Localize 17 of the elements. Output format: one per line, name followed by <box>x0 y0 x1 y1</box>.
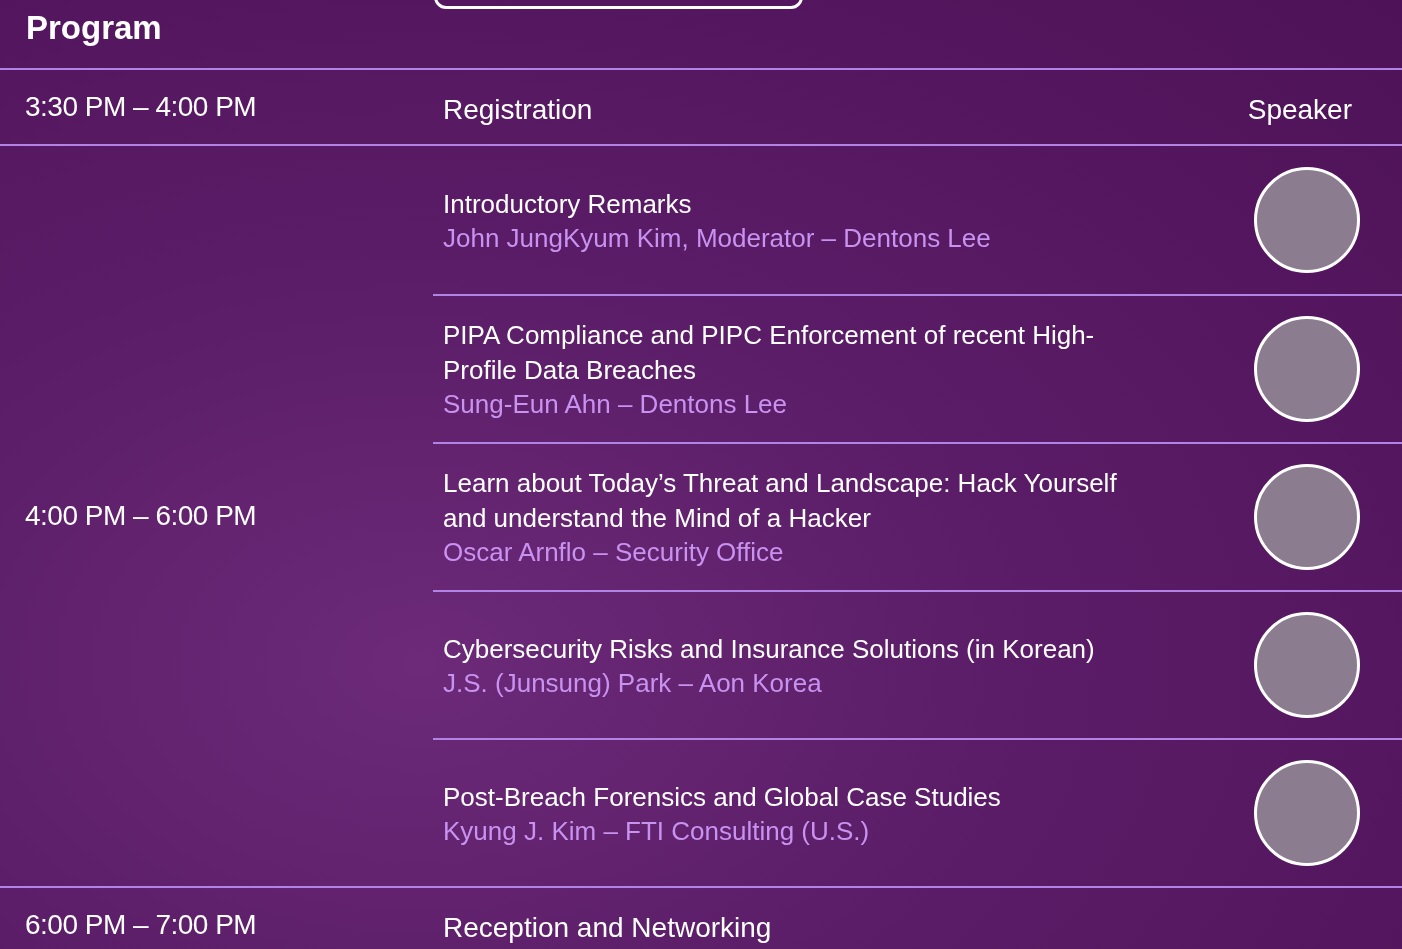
column-label: Speaker <box>1247 93 1353 127</box>
time-label: 4:00 PM – 6:00 PM <box>25 499 257 533</box>
time-label: 3:30 PM – 4:00 PM <box>24 90 258 124</box>
session-title: Cybersecurity Risks and Insurance Solutions (in Korean) <box>443 632 1096 666</box>
speaker-name: Sung-Eun Ahn – Dentons Lee <box>443 388 789 420</box>
session-title: Introductory Remarks <box>443 187 693 221</box>
speaker-name: J.S. (Junsung) Park – Aon Korea <box>443 666 823 699</box>
page-heading: Program <box>26 8 162 48</box>
session-title: Post-Breach Forensics and Global Case Studies <box>443 780 1002 814</box>
speaker-name: Kyung J. Kim – FTI Consulting (U.S.) <box>443 814 871 847</box>
agenda-title: Registration <box>442 93 594 127</box>
time-label: 6:00 PM – 7:00 PM <box>24 908 258 942</box>
session-title: PIPA Compliance and PIPC Enforcement of recent High-Profile Data Breaches <box>443 319 1096 387</box>
speaker-name: John JungKyum Kim, Moderator – Dentons Lee <box>443 221 992 254</box>
speaker-name: Oscar Arnflo – Security Office <box>443 536 785 568</box>
agenda-title: Reception and Networking <box>442 911 773 945</box>
session-title: Learn about Today’s Threat and Landscape: Hack Yourself and understand the Mind of a Hacker <box>443 467 1118 535</box>
